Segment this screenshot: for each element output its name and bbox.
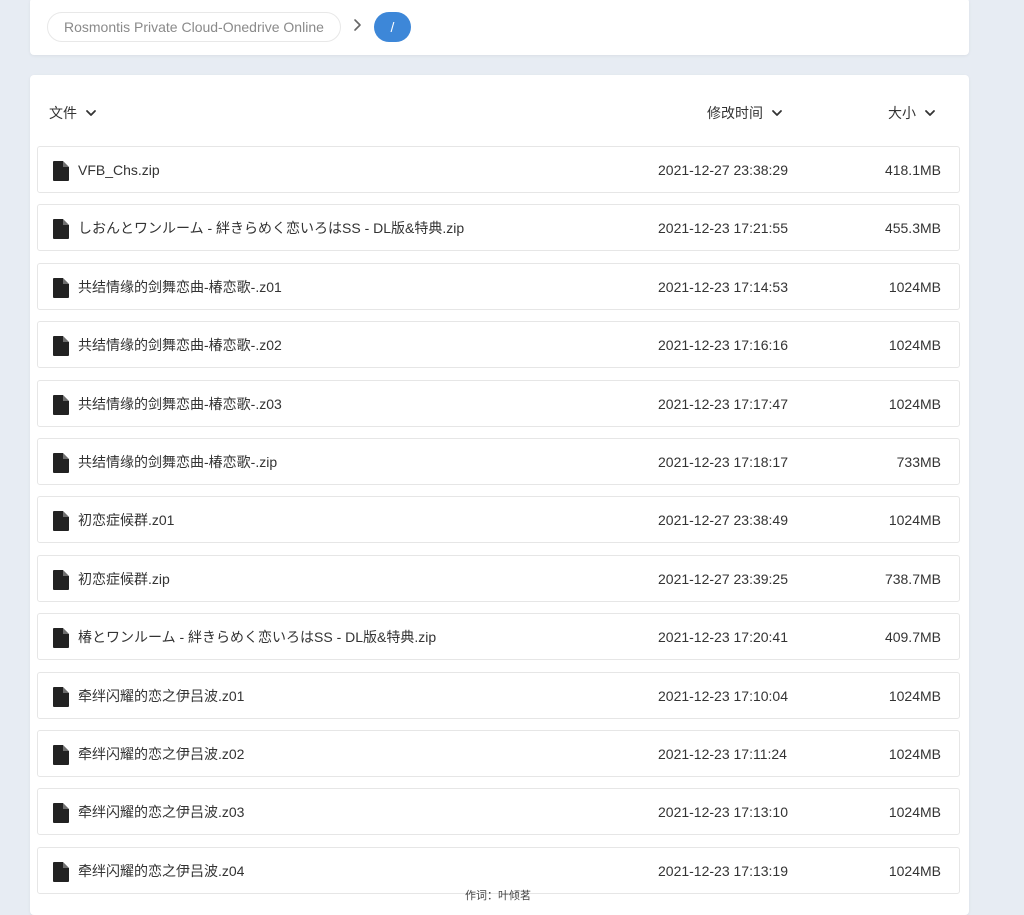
file-icon <box>53 511 69 532</box>
file-modified: 2021-12-23 17:18:17 <box>658 454 788 470</box>
file-size: 1024MB <box>888 337 941 354</box>
sort-by-size-button[interactable]: 大小 <box>888 103 936 123</box>
file-modified: 2021-12-23 17:14:53 <box>658 278 788 295</box>
file-name: しおんとワンルーム - 絆きらめく恋いろはSS - DL版&特典.zip <box>78 220 465 237</box>
file-row[interactable]: 初恋症候群.z01 2021-12-27 23:38:49 1024MB <box>37 496 960 544</box>
file-icon <box>53 277 69 298</box>
file-icon <box>53 861 69 882</box>
file-modified: 2021-12-23 17:17:47 <box>658 395 788 412</box>
file-size: 1024MB <box>888 862 941 879</box>
modified-column-label: 修改时间 <box>707 105 763 121</box>
file-size: 455.3MB <box>884 220 941 237</box>
file-row[interactable]: 初恋症候群.zip 2021-12-27 23:39:25 738.7MB <box>37 554 960 602</box>
file-name: 共结情缘的剑舞恋曲-椿恋歌-.z01 <box>78 278 282 295</box>
file-modified: 2021-12-23 17:13:10 <box>658 804 788 821</box>
chevron-right-icon <box>354 19 361 31</box>
file-size: 1024MB <box>888 804 941 821</box>
file-name: 牵绊闪耀的恋之伊吕波.z01 <box>78 687 245 704</box>
file-size: 1024MB <box>888 512 941 529</box>
file-modified: 2021-12-23 17:20:41 <box>658 629 788 646</box>
file-row[interactable]: 共结情缘的剑舞恋曲-椿恋歌-.z02 2021-12-23 17:16:16 1… <box>37 321 960 369</box>
sort-by-modified-button[interactable]: 修改时间 <box>707 103 783 123</box>
file-icon <box>53 453 69 473</box>
file-icon <box>53 745 69 765</box>
file-size: 1024MB <box>888 395 941 412</box>
file-row[interactable]: 牵绊闪耀的恋之伊吕波.z01 2021-12-23 17:10:04 1024M… <box>37 671 960 719</box>
file-modified: 2021-12-23 17:13:19 <box>658 862 788 879</box>
file-modified: 2021-12-23 17:11:24 <box>658 746 787 762</box>
file-row[interactable]: 牵绊闪耀的恋之伊吕波.z03 2021-12-23 17:13:10 1024M… <box>37 788 960 836</box>
file-list-header: 文件 修改时间 大小 <box>30 75 969 147</box>
breadcrumb-current[interactable]: / <box>374 12 411 42</box>
file-icon <box>53 628 69 649</box>
file-size: 733MB <box>896 454 941 470</box>
chevron-down-icon <box>86 110 96 116</box>
file-icon <box>53 686 69 707</box>
file-modified: 2021-12-27 23:38:29 <box>658 162 788 178</box>
file-size: 1024MB <box>888 278 941 295</box>
file-name: 共结情缘的剑舞恋曲-椿恋歌-.z02 <box>78 337 282 354</box>
file-name: 牵绊闪耀的恋之伊吕波.z03 <box>78 804 245 821</box>
chevron-down-icon <box>925 110 935 116</box>
file-name: 牵绊闪耀的恋之伊吕波.z02 <box>78 746 245 762</box>
file-row[interactable]: VFB_Chs.zip 2021-12-27 23:38:29 418.1MB <box>37 146 960 193</box>
sort-by-name-button[interactable]: 文件 <box>49 103 97 123</box>
file-icon <box>53 394 69 415</box>
file-modified: 2021-12-23 17:16:16 <box>658 337 788 354</box>
lyric-overlay: 作词：叶倾茗 <box>465 890 531 902</box>
file-name: 初恋症候群.z01 <box>78 512 175 529</box>
file-row[interactable]: 椿とワンルーム - 絆きらめく恋いろはSS - DL版&特典.zip 2021-… <box>37 613 960 661</box>
file-row[interactable]: 共结情缘的剑舞恋曲-椿恋歌-.z03 2021-12-23 17:17:47 1… <box>37 379 960 427</box>
file-row[interactable]: 共结情缘的剑舞恋曲-椿恋歌-.zip 2021-12-23 17:18:17 7… <box>37 438 960 485</box>
file-icon <box>53 161 69 181</box>
file-name: 共结情缘的剑舞恋曲-椿恋歌-.zip <box>78 454 278 470</box>
breadcrumb-home[interactable]: Rosmontis Private Cloud-Onedrive Online <box>47 12 341 42</box>
file-icon <box>53 336 69 357</box>
breadcrumb: Rosmontis Private Cloud-Onedrive Online … <box>30 0 969 55</box>
file-size: 418.1MB <box>884 162 941 178</box>
file-icon <box>53 803 69 824</box>
file-name: 共结情缘的剑舞恋曲-椿恋歌-.z03 <box>78 395 282 412</box>
file-modified: 2021-12-23 17:21:55 <box>658 220 788 237</box>
file-icon <box>53 569 69 590</box>
file-icon <box>53 219 69 240</box>
file-modified: 2021-12-27 23:38:49 <box>658 512 788 529</box>
file-name: 椿とワンルーム - 絆きらめく恋いろはSS - DL版&特典.zip <box>78 629 437 646</box>
file-row[interactable]: 牵绊闪耀的恋之伊吕波.z02 2021-12-23 17:11:24 1024M… <box>37 730 960 777</box>
file-row[interactable]: しおんとワンルーム - 絆きらめく恋いろはSS - DL版&特典.zip 202… <box>37 204 960 252</box>
chevron-down-icon <box>772 110 782 116</box>
file-size: 1024MB <box>888 687 941 704</box>
file-size: 738.7MB <box>884 570 941 587</box>
file-name: 初恋症候群.zip <box>78 570 170 587</box>
file-name: 牵绊闪耀的恋之伊吕波.z04 <box>78 862 245 879</box>
file-list: 文件 修改时间 大小 VFB_Chs.zip 2021-12-27 23:38:… <box>30 75 969 915</box>
file-modified: 2021-12-23 17:10:04 <box>658 687 788 704</box>
size-column-label: 大小 <box>888 105 916 121</box>
name-column-label: 文件 <box>49 105 77 121</box>
file-row[interactable]: 共结情缘的剑舞恋曲-椿恋歌-.z01 2021-12-23 17:14:53 1… <box>37 262 960 310</box>
file-name: VFB_Chs.zip <box>78 162 160 178</box>
file-row[interactable]: 牵绊闪耀的恋之伊吕波.z04 2021-12-23 17:13:19 1024M… <box>37 846 960 894</box>
file-size: 1024MB <box>888 746 941 762</box>
file-modified: 2021-12-27 23:39:25 <box>658 570 788 587</box>
file-size: 409.7MB <box>884 629 941 646</box>
